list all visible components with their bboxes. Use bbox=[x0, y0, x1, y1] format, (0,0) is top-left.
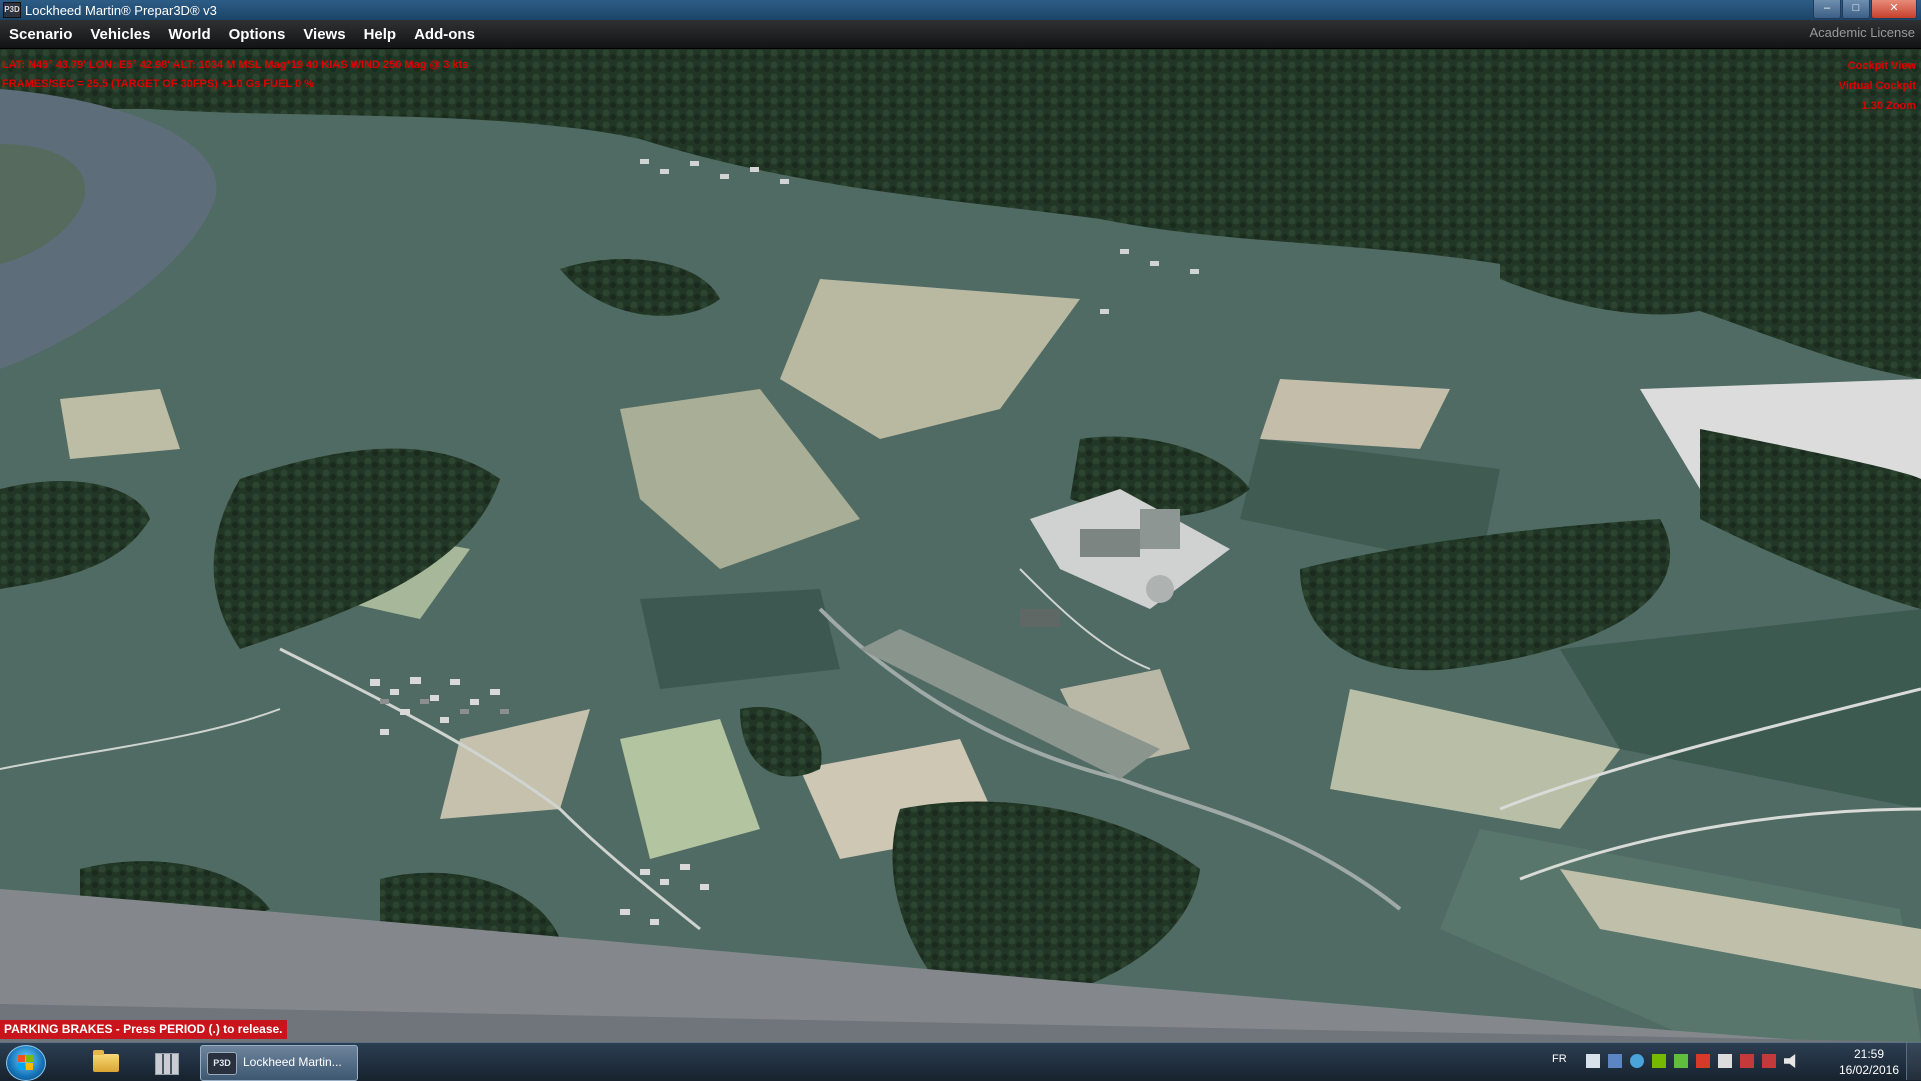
speaker-icon[interactable] bbox=[1784, 1054, 1796, 1068]
app-icon: P3D bbox=[3, 2, 21, 18]
nvidia-icon[interactable] bbox=[1652, 1054, 1666, 1068]
menu-scenario[interactable]: Scenario bbox=[0, 26, 81, 43]
file-explorer-icon[interactable] bbox=[82, 1046, 128, 1078]
menu-options[interactable]: Options bbox=[220, 26, 295, 43]
window-title: Lockheed Martin® Prepar3D® v3 bbox=[25, 2, 217, 18]
close-icon[interactable]: ✕ bbox=[1871, 0, 1917, 19]
security-icon[interactable] bbox=[1696, 1054, 1710, 1068]
hud-position-line: LAT: N45° 43.79' LON: E5° 42.98' ALT: 10… bbox=[2, 59, 469, 71]
taskbar: P3D Lockheed Martin... FR 21:59 16/02/20… bbox=[0, 1042, 1921, 1081]
action-center-icon[interactable] bbox=[1586, 1054, 1600, 1068]
taskbar-item-prepar3d[interactable]: P3D Lockheed Martin... bbox=[200, 1045, 358, 1081]
start-button[interactable] bbox=[6, 1045, 46, 1081]
aerial-scenery bbox=[0, 49, 1921, 1042]
usb-icon[interactable] bbox=[1740, 1054, 1754, 1068]
view-mode: Cockpit View bbox=[1847, 60, 1916, 72]
flag-icon[interactable] bbox=[1718, 1054, 1732, 1068]
app-launcher-icon[interactable] bbox=[143, 1046, 189, 1078]
license-label: Academic License bbox=[1809, 25, 1916, 40]
show-desktop-button[interactable] bbox=[1906, 1043, 1921, 1080]
menu-bar: Scenario Vehicles World Options Views He… bbox=[0, 20, 1921, 49]
p3d-icon: P3D bbox=[207, 1052, 237, 1075]
hud-info: LAT: N45° 43.79' LON: E5° 42.98' ALT: 10… bbox=[2, 56, 468, 94]
system-tray bbox=[1586, 1054, 1798, 1068]
language-indicator[interactable]: FR bbox=[1552, 1053, 1567, 1065]
view-submode: Virtual Cockpit bbox=[1838, 80, 1916, 92]
menu-world[interactable]: World bbox=[159, 26, 219, 43]
hud-frames-line: FRAMES/SEC = 25.5 (TARGET OF 30FPS) +1.0… bbox=[2, 78, 314, 90]
usb-icon[interactable] bbox=[1762, 1054, 1776, 1068]
clock-time: 21:59 bbox=[1853, 1047, 1885, 1061]
view-info: Cockpit View Virtual Cockpit 1.30 Zoom bbox=[1839, 56, 1916, 116]
minimize-icon[interactable]: – bbox=[1813, 0, 1841, 19]
power-icon[interactable] bbox=[1674, 1054, 1688, 1068]
menu-help[interactable]: Help bbox=[355, 26, 406, 43]
monitor-icon[interactable] bbox=[1608, 1054, 1622, 1068]
title-bar[interactable]: P3D Lockheed Martin® Prepar3D® v3 – □ ✕ bbox=[0, 0, 1921, 20]
maximize-icon[interactable]: □ bbox=[1842, 0, 1870, 19]
windows-logo-icon bbox=[18, 1055, 34, 1071]
simulator-viewport[interactable] bbox=[0, 49, 1921, 1042]
parking-brake-banner: PARKING BRAKES - Press PERIOD (.) to rel… bbox=[0, 1020, 287, 1039]
taskbar-item-label: Lockheed Martin... bbox=[243, 1055, 342, 1069]
menu-vehicles[interactable]: Vehicles bbox=[81, 26, 159, 43]
network-icon[interactable] bbox=[1630, 1054, 1644, 1068]
clock-date: 16/02/2016 bbox=[1838, 1063, 1900, 1077]
window-controls: – □ ✕ bbox=[1813, 0, 1917, 19]
menu-add-ons[interactable]: Add-ons bbox=[405, 26, 484, 43]
menu-views[interactable]: Views bbox=[294, 26, 354, 43]
zoom-level: 1.30 Zoom bbox=[1861, 100, 1916, 112]
clock[interactable]: 21:59 16/02/2016 bbox=[1832, 1046, 1906, 1078]
